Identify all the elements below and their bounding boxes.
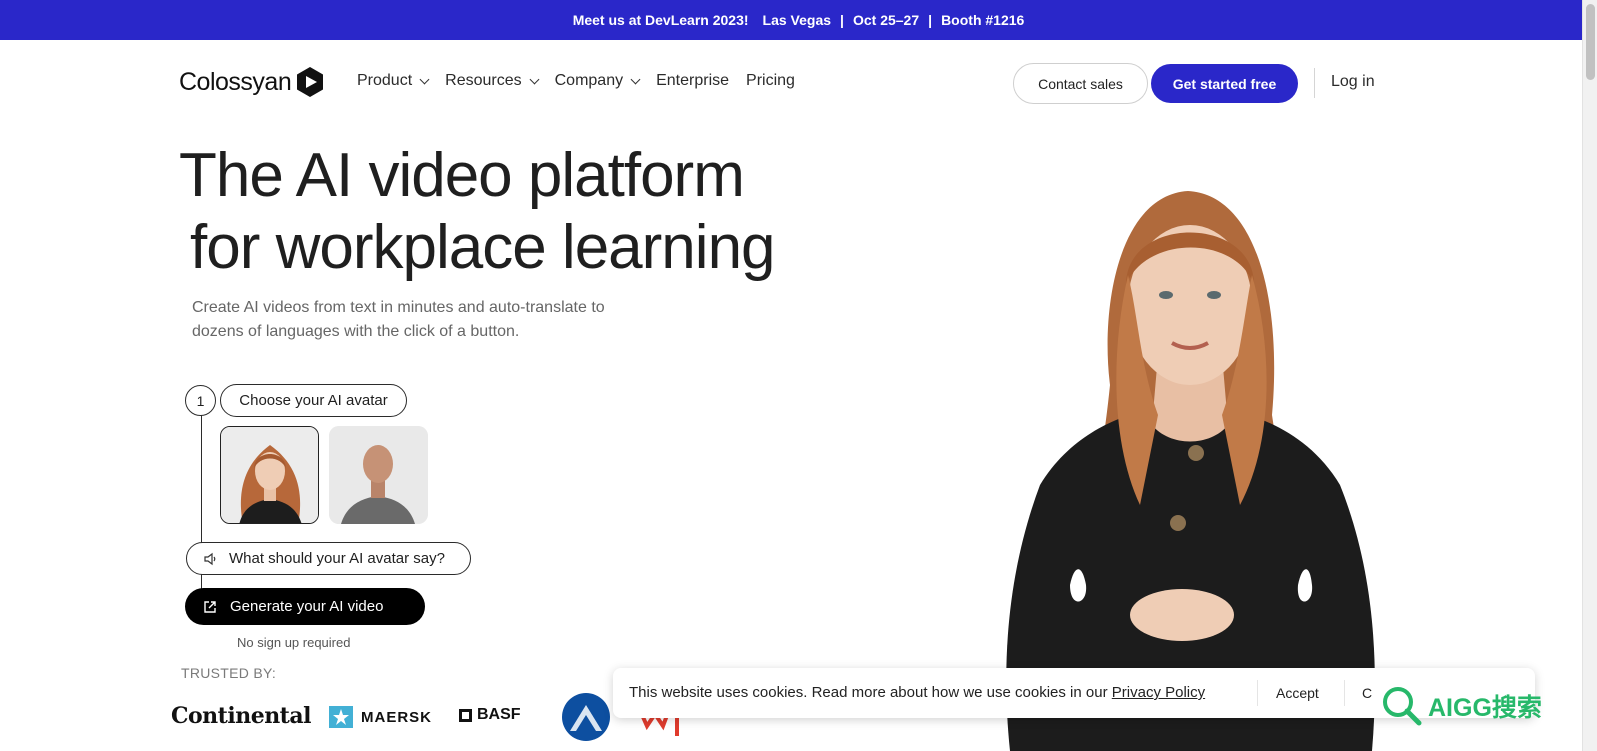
nav-product-label: Product xyxy=(357,72,413,89)
page-scrollbar[interactable] xyxy=(1582,0,1597,751)
generate-video-label: Generate your AI video xyxy=(230,598,384,615)
chevron-down-icon xyxy=(419,74,430,84)
maersk-star-icon xyxy=(329,706,353,728)
hero-title-line2: for workplace learning xyxy=(190,213,776,282)
nav-enterprise-label: Enterprise xyxy=(656,72,730,89)
paramount-logo xyxy=(562,693,610,741)
no-signup-note: No sign up required xyxy=(237,635,351,650)
magnifier-icon xyxy=(1383,687,1422,726)
step-number: 1 xyxy=(185,385,216,416)
cookie-close-button[interactable]: C xyxy=(1362,685,1372,701)
external-link-icon xyxy=(204,600,216,613)
hero-avatar-presenter xyxy=(1006,191,1375,751)
watermark-text: AIGG搜索 xyxy=(1428,694,1542,722)
login-link[interactable]: Log in xyxy=(1331,73,1375,91)
basf-logo-text: BASF xyxy=(477,706,521,723)
generate-video-button[interactable]: Generate your AI video xyxy=(185,588,425,625)
avatar-script-input[interactable]: What should your AI avatar say? xyxy=(186,542,471,575)
privacy-policy-link[interactable]: Privacy Policy xyxy=(1112,684,1205,701)
speaker-icon xyxy=(204,552,216,565)
chevron-down-icon xyxy=(529,74,540,84)
scrollbar-thumb[interactable] xyxy=(1586,4,1595,80)
avatar-script-placeholder: What should your AI avatar say? xyxy=(229,550,445,567)
aigg-watermark: AIGG搜索 xyxy=(1380,684,1570,728)
nav-resources[interactable]: Resources xyxy=(445,72,540,90)
hero-subtitle: Create AI videos from text in minutes an… xyxy=(192,299,605,340)
nav-product[interactable]: Product xyxy=(357,72,430,90)
chevron-down-icon xyxy=(630,74,641,84)
hero-title-line1: The AI video platform xyxy=(179,141,745,210)
contact-sales-button[interactable]: Contact sales xyxy=(1013,63,1148,104)
trusted-by-heading: TRUSTED BY: xyxy=(181,665,277,681)
play-logo-icon xyxy=(297,67,324,97)
announcement-dates: Oct 25–27 xyxy=(852,12,920,28)
announcement-booth: Booth #1216 xyxy=(941,12,1025,28)
page: Meet us at DevLearn 2023! Las Vegas | Oc… xyxy=(0,0,1597,751)
announcement-event: Meet us at DevLearn 2023! xyxy=(572,12,749,28)
get-started-button[interactable]: Get started free xyxy=(1151,64,1298,103)
avatar-option-woman[interactable] xyxy=(220,426,319,524)
nav-resources-label: Resources xyxy=(445,72,522,89)
cookie-text: This website uses cookies. Read more abo… xyxy=(629,684,1108,701)
basf-square-icon xyxy=(459,708,472,722)
logo-text: Colossyan xyxy=(179,67,292,96)
nav-company-label: Company xyxy=(554,72,624,89)
continental-logo: Continental xyxy=(171,703,311,729)
cookie-accept-button[interactable]: Accept xyxy=(1276,685,1319,701)
site-logo[interactable]: Colossyan xyxy=(179,66,326,98)
nav-divider xyxy=(1314,68,1315,98)
main-nav: Product Resources Company Enterprise Pri… xyxy=(357,72,812,90)
choose-avatar-label: Choose your AI avatar xyxy=(220,384,407,417)
announcement-bar[interactable]: Meet us at DevLearn 2023! Las Vegas | Oc… xyxy=(0,0,1597,40)
announcement-location: Las Vegas xyxy=(762,12,832,28)
nav-pricing-label: Pricing xyxy=(746,72,795,89)
avatar-option-man[interactable] xyxy=(329,426,428,524)
avatar-man-image xyxy=(329,426,428,524)
announcement-separator: | xyxy=(928,12,933,28)
maersk-logo-text: MAERSK xyxy=(361,708,433,726)
basf-logo: BASF xyxy=(459,706,521,724)
cookie-divider xyxy=(1344,680,1345,706)
nav-pricing[interactable]: Pricing xyxy=(746,72,795,90)
nav-company[interactable]: Company xyxy=(554,72,641,90)
cookie-message: This website uses cookies. Read more abo… xyxy=(629,684,1205,701)
maersk-logo: MAERSK xyxy=(329,706,432,728)
avatar-woman-image xyxy=(221,427,318,523)
nav-enterprise[interactable]: Enterprise xyxy=(656,72,729,90)
cookie-divider xyxy=(1257,680,1258,706)
announcement-separator: | xyxy=(840,12,844,28)
